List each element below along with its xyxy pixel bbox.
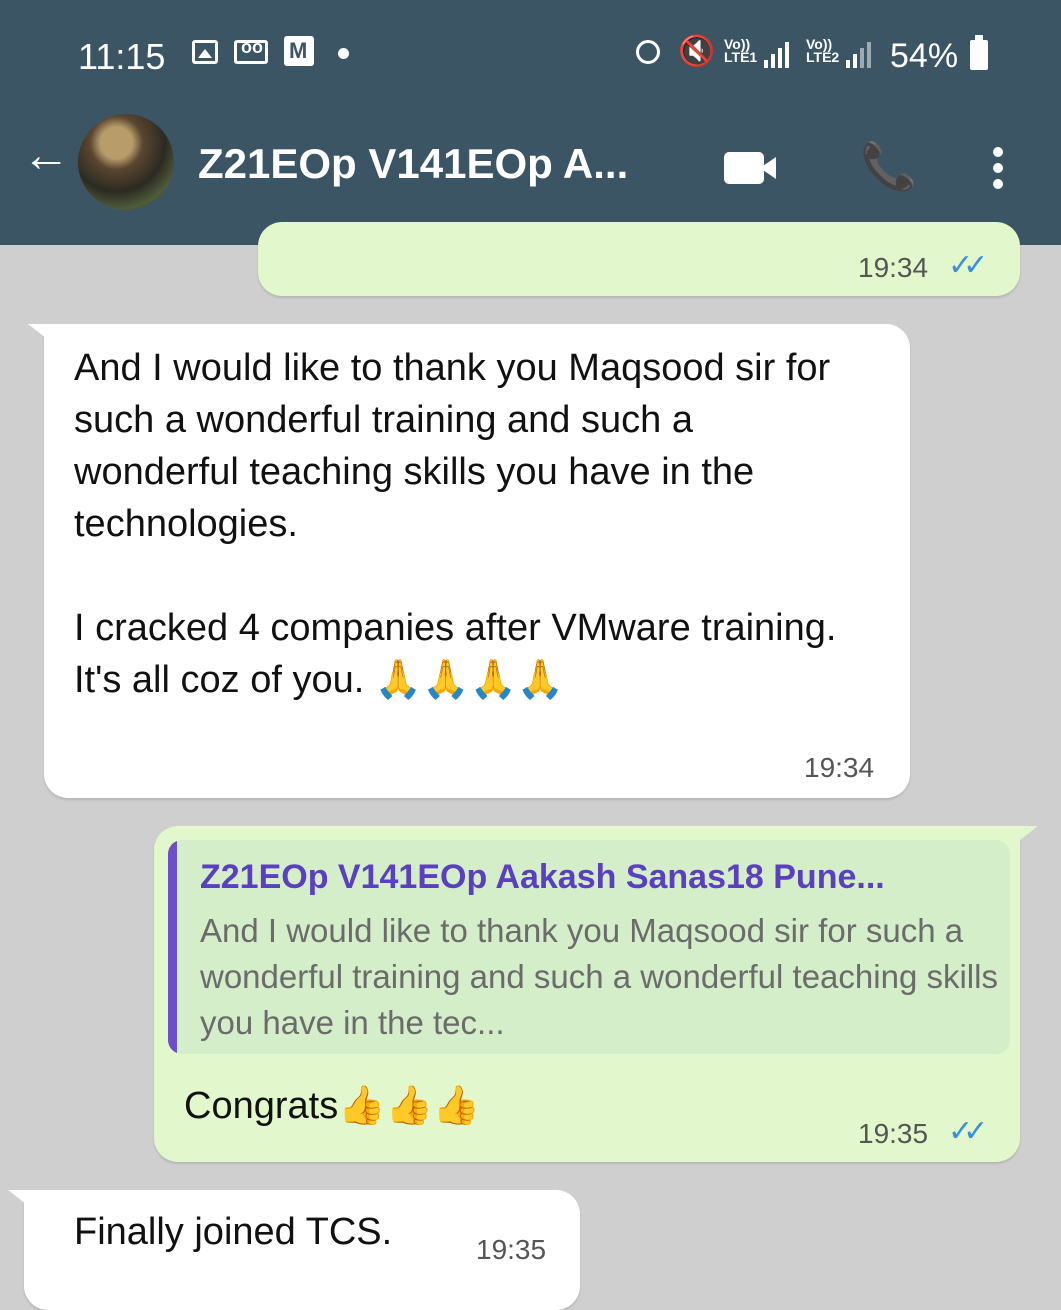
- message-time: 19:35: [858, 1118, 929, 1149]
- contact-name[interactable]: Z21EOp V141EOp A...: [198, 140, 628, 188]
- status-time: 11:15: [78, 36, 166, 77]
- lte1-signal-icon: [764, 40, 789, 68]
- alarm-icon: [636, 40, 660, 64]
- gallery-icon: [192, 40, 218, 64]
- back-arrow-icon[interactable]: ←: [22, 132, 70, 180]
- lte2-signal-icon: [846, 40, 871, 68]
- top-bar: 11:15 🔇 Vo)) LTE1 Vo)) LTE2 54% ← Z21EOp…: [0, 0, 1061, 245]
- message-bubble-outgoing[interactable]: 19:34 ✓✓: [258, 222, 1020, 296]
- message-text: Congrats👍👍👍: [184, 1085, 481, 1127]
- message-time: 19:35: [476, 1234, 547, 1265]
- voicemail-icon: [234, 37, 268, 64]
- quote-text: And I would like to thank you Maqsood si…: [200, 912, 998, 1041]
- mail-icon: [284, 36, 314, 66]
- battery-percent: 54%: [890, 37, 959, 75]
- more-options-icon[interactable]: [993, 147, 1003, 193]
- contact-avatar[interactable]: [78, 114, 174, 210]
- message-time: 19:34: [858, 252, 929, 283]
- message-bubble-incoming[interactable]: Finally joined TCS. 19:35: [8, 1190, 580, 1310]
- video-call-icon[interactable]: [724, 152, 764, 184]
- read-receipt-icon: ✓✓: [948, 1115, 988, 1148]
- lte1-label: Vo)) LTE1: [724, 36, 758, 65]
- quote-accent-bar: [168, 840, 177, 1054]
- battery-icon: [970, 35, 988, 70]
- message-text: Finally joined TCS.: [74, 1211, 393, 1253]
- lte2-label: Vo)) LTE2: [806, 36, 840, 65]
- quoted-message[interactable]: Z21EOp V141EOp Aakash Sanas18 Pune... An…: [168, 840, 1010, 1054]
- message-time: 19:34: [804, 752, 875, 783]
- mute-icon: 🔇: [678, 35, 716, 68]
- voice-call-icon[interactable]: 📞: [860, 140, 917, 192]
- dot-icon: [338, 48, 349, 59]
- read-receipt-icon: ✓✓: [948, 249, 988, 282]
- message-text: And I would like to thank you Maqsood si…: [74, 347, 837, 701]
- quote-author: Z21EOp V141EOp Aakash Sanas18 Pune...: [200, 858, 885, 896]
- message-bubble-incoming[interactable]: And I would like to thank you Maqsood si…: [28, 324, 910, 798]
